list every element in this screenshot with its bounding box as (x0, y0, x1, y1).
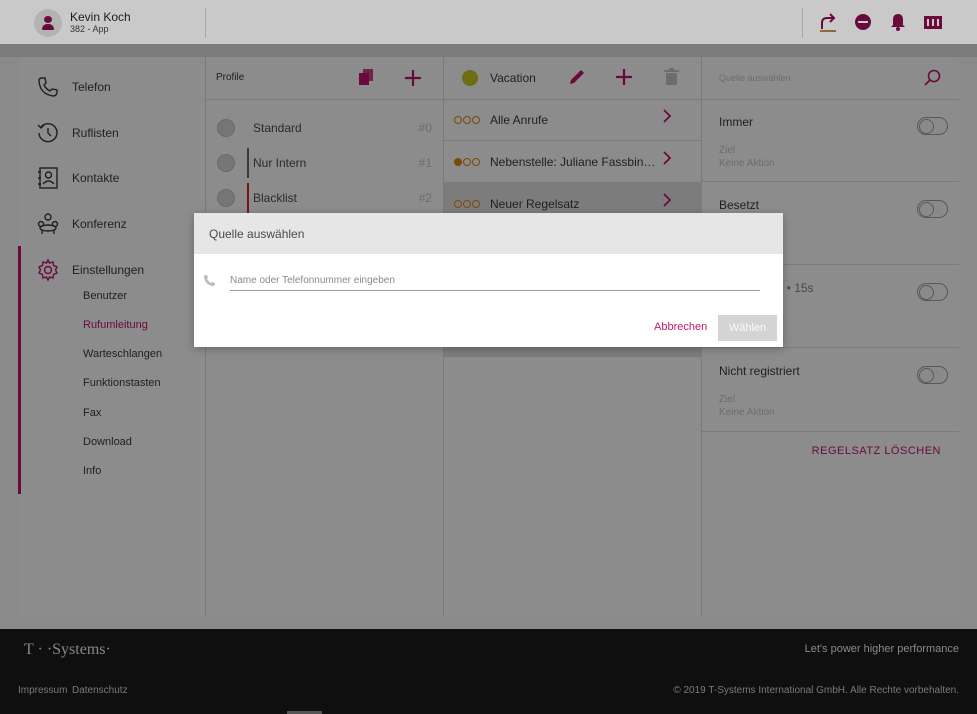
source-toggle[interactable] (917, 200, 948, 218)
history-icon (37, 123, 58, 143)
delete-ruleset-button[interactable]: REGELSATZ LÖSCHEN (812, 445, 941, 457)
copy-icon[interactable] (358, 69, 374, 85)
target-label: Ziel (719, 145, 736, 156)
sidebar-item-label: Einstellungen (72, 263, 145, 277)
copyright: © 2019 T-Systems International GmbH. All… (673, 685, 959, 696)
radio-button[interactable] (217, 119, 235, 137)
select-source-dialog: Quelle auswählen Abbrechen Wählen (194, 213, 783, 347)
status-dot (462, 70, 478, 86)
profile-number: #2 (418, 191, 432, 205)
sidebar-item-konferenz[interactable]: Konferenz (18, 203, 206, 243)
dialog-header: Quelle auswählen (194, 213, 783, 254)
tsystems-logo: T · ·Systems· (24, 641, 111, 658)
sidebar-subitem-benutzer[interactable]: Benutzer (83, 290, 127, 302)
bell-icon[interactable] (888, 12, 908, 32)
select-button[interactable]: Wählen (718, 315, 777, 341)
source-toggle[interactable] (917, 366, 948, 384)
footer: T · ·Systems· Let's power higher perform… (0, 629, 977, 714)
sidebar-item-telefon[interactable]: Telefon (18, 66, 206, 106)
source-title: Immer (719, 115, 753, 129)
header-separator (0, 44, 977, 57)
profile-row[interactable]: Nur Intern #1 (206, 146, 444, 180)
rule-name: Neuer Regelsatz (490, 197, 580, 211)
rule-row[interactable]: Alle Anrufe (444, 99, 702, 141)
dialog-title: Quelle auswählen (209, 227, 305, 241)
avatar[interactable] (34, 9, 62, 37)
add-profile-icon[interactable] (404, 69, 422, 87)
rules-header: Vacation (490, 71, 536, 85)
add-rule-icon[interactable] (615, 68, 633, 86)
priority-dots (454, 116, 480, 124)
phone-icon (38, 77, 58, 97)
impressum-link[interactable]: Impressum (18, 685, 67, 696)
radio-button[interactable] (217, 154, 235, 172)
sidebar-subitem-info[interactable]: Info (83, 465, 101, 477)
profile-name: Nur Intern (253, 156, 307, 170)
source-block-immer: Immer Ziel Keine Aktion (702, 99, 959, 182)
profile-color-bar (247, 183, 249, 213)
chevron-right-icon (663, 151, 672, 165)
search-input[interactable] (230, 270, 760, 291)
chevron-right-icon (663, 193, 672, 207)
sidebar: Telefon Ruflisten Kontakte Konferenz Ein… (18, 57, 206, 617)
divider (205, 8, 206, 38)
trash-icon[interactable] (664, 68, 679, 85)
sidebar-item-label: Konferenz (72, 217, 127, 231)
sidebar-item-label: Kontakte (72, 171, 120, 185)
sidebar-subitem-download[interactable]: Download (83, 436, 132, 448)
profile-color-bar (247, 148, 249, 178)
source-search-placeholder[interactable]: Quelle auswählen (719, 73, 791, 83)
conference-icon (37, 213, 59, 234)
rule-row[interactable]: Nebenstelle: Juliane Fassbinder (444, 141, 702, 183)
active-indicator (18, 246, 21, 494)
target-value: Keine Aktion (719, 158, 775, 169)
pencil-icon[interactable] (568, 68, 586, 86)
sidebar-item-ruflisten[interactable]: Ruflisten (18, 112, 206, 152)
source-toggle[interactable] (917, 283, 948, 301)
priority-dots (454, 200, 480, 208)
profiles-header: Profile (216, 72, 245, 83)
divider (206, 99, 444, 100)
sidebar-subitem-rufumleitung[interactable]: Rufumleitung (83, 319, 148, 331)
sidebar-subitem-funktionstasten[interactable]: Funktionstasten (83, 377, 161, 389)
target-label: Ziel (719, 394, 736, 405)
do-not-disturb-icon[interactable] (853, 12, 873, 32)
datenschutz-link[interactable]: Datenschutz (72, 685, 128, 696)
rule-name: Alle Anrufe (490, 113, 549, 127)
user-name: Kevin Koch (70, 10, 131, 24)
phone-icon (204, 275, 215, 286)
target-value: Keine Aktion (719, 407, 775, 418)
call-forward-icon[interactable] (818, 12, 838, 32)
source-title: Besetzt (719, 198, 760, 212)
sidebar-item-label: Ruflisten (72, 126, 119, 140)
source-title: Nicht registriert (719, 364, 800, 378)
switchboard-icon[interactable] (923, 12, 943, 32)
profile-name: Standard (253, 121, 302, 135)
priority-dots (454, 158, 480, 166)
divider (802, 8, 803, 38)
profile-number: #0 (418, 121, 432, 135)
search-icon[interactable] (924, 69, 941, 86)
cancel-button[interactable]: Abbrechen (654, 321, 707, 333)
radio-button[interactable] (217, 189, 235, 207)
sidebar-item-label: Telefon (72, 80, 111, 94)
sidebar-item-einstellungen[interactable]: Einstellungen (18, 249, 206, 289)
sidebar-item-kontakte[interactable]: Kontakte (18, 157, 206, 197)
profile-name: Blacklist (253, 191, 298, 205)
gear-icon (38, 258, 58, 282)
sidebar-subitem-warteschlangen[interactable]: Warteschlangen (83, 348, 162, 360)
top-bar: Kevin Koch 382 - App (0, 0, 977, 44)
rule-name: Nebenstelle: Juliane Fassbinder (490, 155, 656, 169)
contacts-icon (38, 167, 58, 189)
profile-row[interactable]: Standard #0 (206, 111, 444, 145)
source-toggle[interactable] (917, 117, 948, 135)
chevron-right-icon (663, 109, 672, 123)
source-block-nicht-registriert: Nicht registriert Ziel Keine Aktion (702, 348, 959, 432)
profile-row[interactable]: Blacklist #2 (206, 181, 444, 215)
slogan: Let's power higher performance (804, 643, 959, 655)
sidebar-subitem-fax[interactable]: Fax (83, 407, 101, 419)
profile-number: #1 (418, 156, 432, 170)
user-extension: 382 - App (70, 24, 109, 34)
